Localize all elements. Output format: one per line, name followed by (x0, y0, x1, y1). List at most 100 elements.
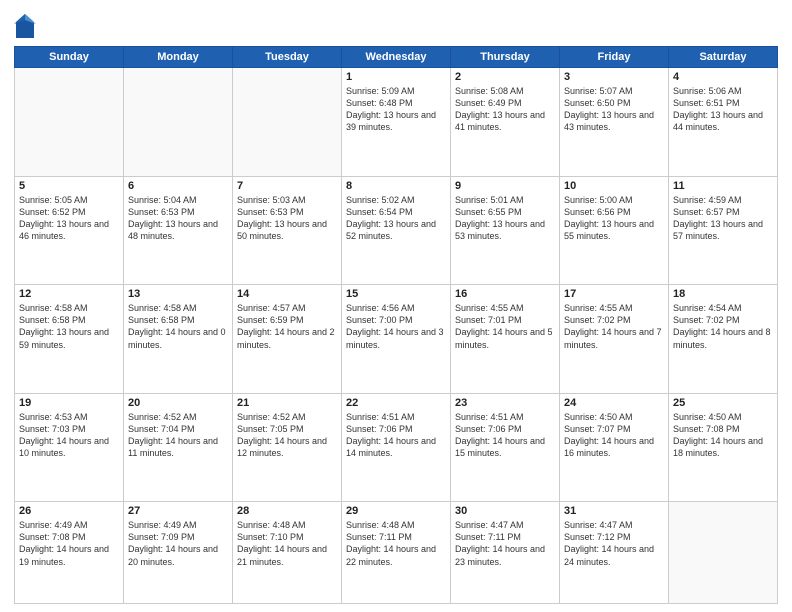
day-number: 7 (237, 180, 337, 192)
day-number: 24 (564, 397, 664, 409)
day-number: 4 (673, 71, 773, 83)
calendar-week-1: 5 Sunrise: 5:05 AM Sunset: 6:52 PM Daylig… (15, 176, 778, 285)
calendar-cell: 4 Sunrise: 5:06 AM Sunset: 6:51 PM Daylig… (669, 68, 778, 177)
day-info: Sunrise: 4:48 AM Sunset: 7:11 PM Dayligh… (346, 519, 446, 568)
day-number: 16 (455, 288, 555, 300)
calendar-cell: 22 Sunrise: 4:51 AM Sunset: 7:06 PM Dayli… (342, 393, 451, 502)
calendar-header-tuesday: Tuesday (233, 47, 342, 68)
day-number: 22 (346, 397, 446, 409)
calendar-cell: 17Sunrise: 4:55 AM Sunset: 7:02 PM Dayli… (560, 285, 669, 394)
day-number: 29 (346, 505, 446, 517)
calendar-cell: 18 Sunrise: 4:54 AM Sunset: 7:02 PM Dayli… (669, 285, 778, 394)
calendar-week-4: 26Sunrise: 4:49 AM Sunset: 7:08 PM Dayli… (15, 502, 778, 604)
day-info: Sunrise: 4:50 AM Sunset: 7:08 PM Dayligh… (673, 411, 773, 460)
day-number: 30 (455, 505, 555, 517)
calendar-cell: 23 Sunrise: 4:51 AM Sunset: 7:06 PM Dayli… (451, 393, 560, 502)
calendar-header-saturday: Saturday (669, 47, 778, 68)
calendar-cell: 5 Sunrise: 5:05 AM Sunset: 6:52 PM Daylig… (15, 176, 124, 285)
day-number: 14 (237, 288, 337, 300)
day-number: 1 (346, 71, 446, 83)
calendar-header-monday: Monday (124, 47, 233, 68)
calendar-cell: 28 Sunrise: 4:48 AM Sunset: 7:10 PM Dayli… (233, 502, 342, 604)
calendar-header-friday: Friday (560, 47, 669, 68)
day-info: Sunrise: 4:50 AM Sunset: 7:07 PM Dayligh… (564, 411, 664, 460)
calendar-cell (124, 68, 233, 177)
calendar-cell: 13Sunrise: 4:58 AM Sunset: 6:58 PM Dayli… (124, 285, 233, 394)
logo (14, 12, 39, 40)
calendar-cell: 8Sunrise: 5:02 AM Sunset: 6:54 PM Daylig… (342, 176, 451, 285)
calendar-cell: 2Sunrise: 5:08 AM Sunset: 6:49 PM Daylig… (451, 68, 560, 177)
calendar-cell: 7 Sunrise: 5:03 AM Sunset: 6:53 PM Daylig… (233, 176, 342, 285)
calendar-table: SundayMondayTuesdayWednesdayThursdayFrid… (14, 46, 778, 604)
calendar-cell: 26Sunrise: 4:49 AM Sunset: 7:08 PM Dayli… (15, 502, 124, 604)
day-info: Sunrise: 5:00 AM Sunset: 6:56 PM Dayligh… (564, 194, 664, 243)
calendar-cell: 30 Sunrise: 4:47 AM Sunset: 7:11 PM Dayli… (451, 502, 560, 604)
calendar-cell: 27 Sunrise: 4:49 AM Sunset: 7:09 PM Dayli… (124, 502, 233, 604)
day-info: Sunrise: 5:03 AM Sunset: 6:53 PM Dayligh… (237, 194, 337, 243)
day-number: 21 (237, 397, 337, 409)
day-info: Sunrise: 4:47 AM Sunset: 7:11 PM Dayligh… (455, 519, 555, 568)
calendar-header-row: SundayMondayTuesdayWednesdayThursdayFrid… (15, 47, 778, 68)
calendar-cell: 19 Sunrise: 4:53 AM Sunset: 7:03 PM Dayli… (15, 393, 124, 502)
calendar-cell: 15Sunrise: 4:56 AM Sunset: 7:00 PM Dayli… (342, 285, 451, 394)
day-number: 11 (673, 180, 773, 192)
day-number: 31 (564, 505, 664, 517)
calendar-cell: 6 Sunrise: 5:04 AM Sunset: 6:53 PM Daylig… (124, 176, 233, 285)
day-number: 27 (128, 505, 228, 517)
day-info: Sunrise: 4:49 AM Sunset: 7:09 PM Dayligh… (128, 519, 228, 568)
calendar-week-3: 19 Sunrise: 4:53 AM Sunset: 7:03 PM Dayli… (15, 393, 778, 502)
day-info: Sunrise: 4:58 AM Sunset: 6:58 PM Dayligh… (19, 302, 119, 351)
day-number: 18 (673, 288, 773, 300)
calendar-header-thursday: Thursday (451, 47, 560, 68)
day-info: Sunrise: 5:06 AM Sunset: 6:51 PM Dayligh… (673, 85, 773, 134)
calendar-cell: 11 Sunrise: 4:59 AM Sunset: 6:57 PM Dayli… (669, 176, 778, 285)
calendar-cell: 29 Sunrise: 4:48 AM Sunset: 7:11 PM Dayli… (342, 502, 451, 604)
day-number: 6 (128, 180, 228, 192)
day-info: Sunrise: 4:58 AM Sunset: 6:58 PM Dayligh… (128, 302, 228, 351)
calendar-cell: 1 Sunrise: 5:09 AM Sunset: 6:48 PM Daylig… (342, 68, 451, 177)
day-number: 28 (237, 505, 337, 517)
day-number: 12 (19, 288, 119, 300)
day-number: 25 (673, 397, 773, 409)
day-info: Sunrise: 5:05 AM Sunset: 6:52 PM Dayligh… (19, 194, 119, 243)
calendar-header-wednesday: Wednesday (342, 47, 451, 68)
calendar-cell (15, 68, 124, 177)
day-info: Sunrise: 5:02 AM Sunset: 6:54 PM Dayligh… (346, 194, 446, 243)
calendar-cell: 9Sunrise: 5:01 AM Sunset: 6:55 PM Daylig… (451, 176, 560, 285)
calendar-cell: 10 Sunrise: 5:00 AM Sunset: 6:56 PM Dayli… (560, 176, 669, 285)
day-number: 23 (455, 397, 555, 409)
day-info: Sunrise: 4:54 AM Sunset: 7:02 PM Dayligh… (673, 302, 773, 351)
day-info: Sunrise: 4:55 AM Sunset: 7:02 PM Dayligh… (564, 302, 664, 351)
calendar-cell: 12 Sunrise: 4:58 AM Sunset: 6:58 PM Dayli… (15, 285, 124, 394)
day-number: 19 (19, 397, 119, 409)
calendar-header-sunday: Sunday (15, 47, 124, 68)
day-info: Sunrise: 5:01 AM Sunset: 6:55 PM Dayligh… (455, 194, 555, 243)
day-info: Sunrise: 4:57 AM Sunset: 6:59 PM Dayligh… (237, 302, 337, 351)
day-info: Sunrise: 5:07 AM Sunset: 6:50 PM Dayligh… (564, 85, 664, 134)
day-info: Sunrise: 4:51 AM Sunset: 7:06 PM Dayligh… (346, 411, 446, 460)
calendar-week-0: 1 Sunrise: 5:09 AM Sunset: 6:48 PM Daylig… (15, 68, 778, 177)
day-info: Sunrise: 4:48 AM Sunset: 7:10 PM Dayligh… (237, 519, 337, 568)
calendar-cell: 16 Sunrise: 4:55 AM Sunset: 7:01 PM Dayli… (451, 285, 560, 394)
day-info: Sunrise: 4:52 AM Sunset: 7:05 PM Dayligh… (237, 411, 337, 460)
calendar-cell: 25 Sunrise: 4:50 AM Sunset: 7:08 PM Dayli… (669, 393, 778, 502)
day-info: Sunrise: 4:51 AM Sunset: 7:06 PM Dayligh… (455, 411, 555, 460)
day-info: Sunrise: 5:04 AM Sunset: 6:53 PM Dayligh… (128, 194, 228, 243)
calendar-cell: 21 Sunrise: 4:52 AM Sunset: 7:05 PM Dayli… (233, 393, 342, 502)
calendar-week-2: 12 Sunrise: 4:58 AM Sunset: 6:58 PM Dayli… (15, 285, 778, 394)
day-info: Sunrise: 4:55 AM Sunset: 7:01 PM Dayligh… (455, 302, 555, 351)
day-info: Sunrise: 4:53 AM Sunset: 7:03 PM Dayligh… (19, 411, 119, 460)
page: SundayMondayTuesdayWednesdayThursdayFrid… (0, 0, 792, 612)
calendar-cell: 31Sunrise: 4:47 AM Sunset: 7:12 PM Dayli… (560, 502, 669, 604)
day-number: 26 (19, 505, 119, 517)
day-info: Sunrise: 5:09 AM Sunset: 6:48 PM Dayligh… (346, 85, 446, 134)
logo-icon (14, 12, 36, 40)
day-number: 15 (346, 288, 446, 300)
calendar-cell (669, 502, 778, 604)
day-number: 10 (564, 180, 664, 192)
day-info: Sunrise: 4:59 AM Sunset: 6:57 PM Dayligh… (673, 194, 773, 243)
day-number: 5 (19, 180, 119, 192)
day-info: Sunrise: 5:08 AM Sunset: 6:49 PM Dayligh… (455, 85, 555, 134)
calendar-cell (233, 68, 342, 177)
day-number: 20 (128, 397, 228, 409)
